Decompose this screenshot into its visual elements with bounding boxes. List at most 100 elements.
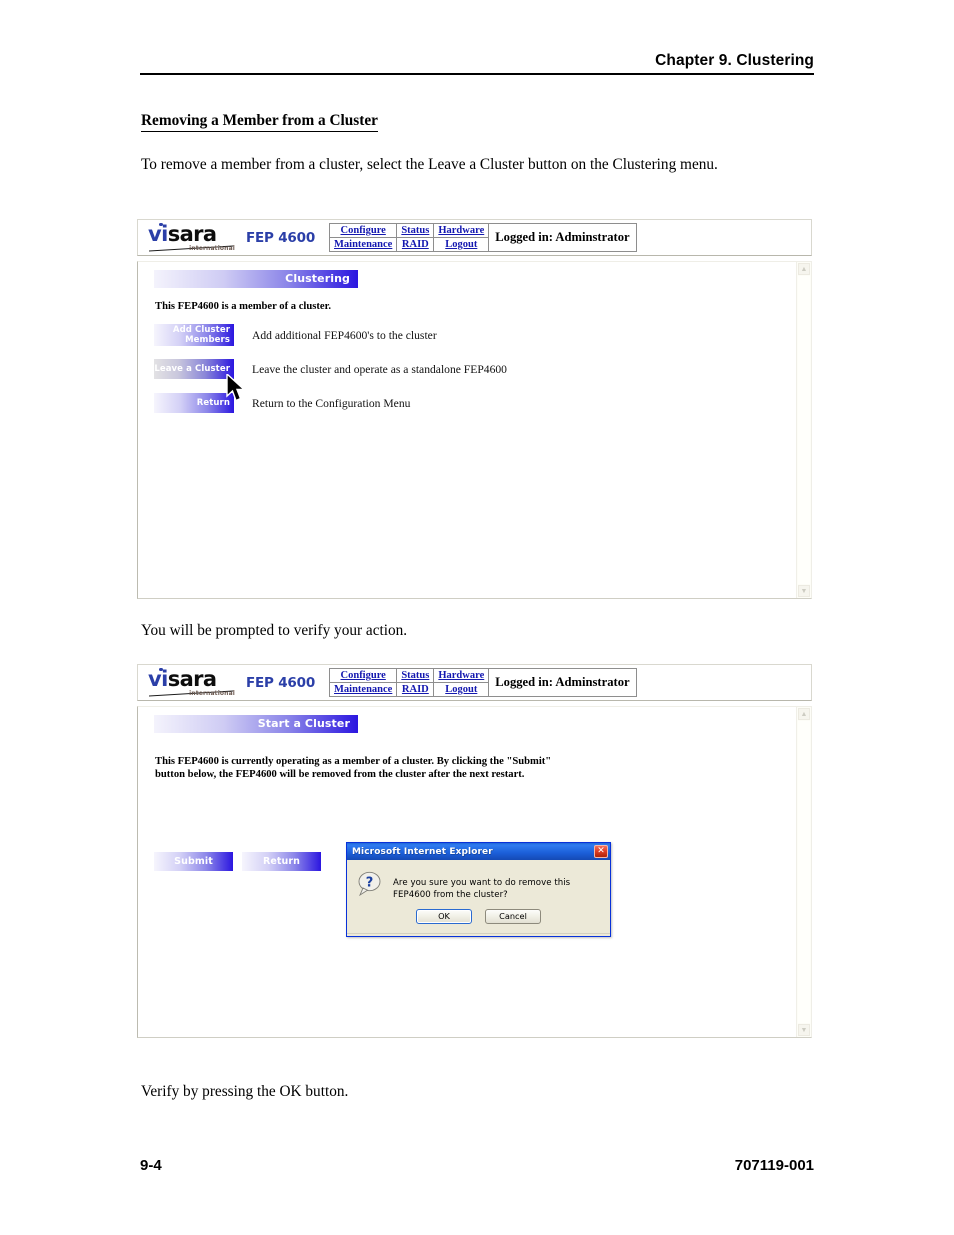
logo-text-vi-2: vi [148, 666, 168, 691]
page-number: 9-4 [140, 1157, 162, 1174]
leave-a-cluster-button[interactable]: Leave a Cluster [154, 359, 234, 379]
form-action-buttons: Submit Return [154, 852, 321, 871]
nav-cell-configure-2[interactable]: Configure [329, 668, 398, 683]
add-cluster-members-label-line2: Members [185, 335, 230, 345]
nav-link-configure-2[interactable]: Configure [341, 670, 386, 681]
scroll-up-arrow-icon[interactable]: ▲ [798, 263, 810, 275]
scroll-up-arrow-icon-2[interactable]: ▲ [798, 708, 810, 720]
login-status-label: Logged in: Adminstrator [488, 223, 637, 252]
visara-logo-2: visara international [146, 666, 238, 698]
verify-paragraph: Verify by pressing the OK button. [141, 1083, 349, 1100]
page-banner-start-a-cluster: Start a Cluster [154, 715, 358, 733]
nav-link-logout[interactable]: Logout [445, 239, 477, 250]
page-banner-clustering: Clustering [154, 270, 358, 288]
add-cluster-members-button[interactable]: Add Cluster Members [154, 324, 234, 346]
screenshot-clustering-menu: visara international FEP 4600 Configure … [137, 219, 812, 600]
nav-cell-status-2[interactable]: Status [396, 668, 435, 683]
chapter-title: Chapter 9. Clustering [655, 52, 814, 69]
main-nav-table-2: Configure Status Hardware Logged in: Adm… [329, 668, 637, 697]
nav-link-logout-2[interactable]: Logout [445, 684, 477, 695]
dialog-button-row: OK Cancel [347, 905, 610, 933]
leave-cluster-status-text: This FEP4600 is currently operating as a… [155, 755, 585, 781]
nav-cell-raid-2[interactable]: RAID [396, 682, 435, 697]
app-header-bar: visara international FEP 4600 Configure … [137, 219, 812, 256]
nav-link-maintenance-2[interactable]: Maintenance [334, 684, 392, 695]
nav-cell-logout[interactable]: Logout [433, 237, 490, 252]
app-content-frame: ▲ ▼ Clustering This FEP4600 is a member … [137, 261, 812, 599]
nav-link-hardware[interactable]: Hardware [438, 225, 484, 236]
dialog-message: Are you sure you want to do remove this … [393, 878, 571, 900]
intro-paragraph: To remove a member from a cluster, selec… [141, 156, 718, 173]
add-cluster-members-description: Add additional FEP4600's to the cluster [252, 328, 437, 342]
visara-logo-wordmark: visara [148, 221, 217, 246]
leave-a-cluster-label: Leave a Cluster [154, 364, 230, 374]
scroll-track[interactable] [798, 276, 810, 584]
return-description: Return to the Configuration Menu [252, 396, 411, 410]
cluster-status-text: This FEP4600 is a member of a cluster. [155, 301, 331, 312]
logo-text-vi: vi [148, 221, 168, 246]
nav-cell-hardware-2[interactable]: Hardware [433, 668, 490, 683]
product-model-label: FEP 4600 [246, 229, 316, 246]
ie-confirm-dialog: Microsoft Internet Explorer ✕ ? Are you … [346, 842, 611, 937]
nav-row-1: Configure Status Hardware Logged in: Adm… [329, 223, 637, 252]
visara-logo: visara international [146, 221, 238, 253]
return-button-2[interactable]: Return [242, 852, 321, 871]
scroll-down-arrow-icon-2[interactable]: ▼ [798, 1024, 810, 1036]
login-status-label-2: Logged in: Adminstrator [488, 668, 637, 697]
logo-subtext-2: international [189, 690, 235, 697]
nav-row-1-2: Configure Status Hardware Logged in: Adm… [329, 668, 637, 697]
nav-link-status-2[interactable]: Status [401, 670, 429, 681]
leave-a-cluster-description: Leave the cluster and operate as a stand… [252, 362, 507, 376]
document-number: 707119-001 [734, 1157, 814, 1174]
logo-dot-icon [159, 222, 163, 226]
scroll-down-arrow-icon[interactable]: ▼ [798, 585, 810, 597]
nav-cell-raid[interactable]: RAID [396, 237, 435, 252]
nav-cell-maintenance[interactable]: Maintenance [329, 237, 398, 252]
logo-subtext: international [189, 245, 235, 252]
page-footer: 9-4 707119-001 [140, 1157, 814, 1174]
page-header: Chapter 9. Clustering [140, 52, 814, 75]
app-content-frame-2: ▲ ▼ Start a Cluster This FEP4600 is curr… [137, 706, 812, 1038]
nav-cell-hardware[interactable]: Hardware [433, 223, 490, 238]
cancel-button[interactable]: Cancel [485, 909, 541, 924]
submit-button[interactable]: Submit [154, 852, 233, 871]
nav-link-hardware-2[interactable]: Hardware [438, 670, 484, 681]
dialog-title: Microsoft Internet Explorer [352, 846, 493, 857]
nav-cell-logout-2[interactable]: Logout [433, 682, 490, 697]
menu-row-add-cluster-members: Add Cluster Members Add additional FEP46… [154, 324, 437, 346]
section-heading: Removing a Member from a Cluster [141, 112, 378, 132]
scroll-track-2[interactable] [798, 721, 810, 1023]
nav-cell-maintenance-2[interactable]: Maintenance [329, 682, 398, 697]
leave-cluster-status-line2: button below, the FEP4600 will be remove… [155, 769, 525, 780]
header-rule [140, 73, 814, 75]
ok-button[interactable]: OK [416, 909, 472, 924]
dialog-body: ? Are you sure you want to do remove thi… [347, 860, 610, 905]
nav-cell-status[interactable]: Status [396, 223, 435, 238]
return-button[interactable]: Return [154, 393, 234, 413]
svg-text:?: ? [366, 876, 374, 891]
close-icon[interactable]: ✕ [594, 845, 608, 858]
menu-row-return: Return Return to the Configuration Menu [154, 393, 410, 413]
return-label: Return [196, 398, 230, 408]
content-scrollbar[interactable]: ▲ ▼ [796, 262, 811, 598]
dialog-titlebar: Microsoft Internet Explorer ✕ [347, 843, 610, 860]
nav-link-status[interactable]: Status [401, 225, 429, 236]
add-cluster-members-label-line1: Add Cluster [172, 325, 230, 335]
app-header-bar-2: visara international FEP 4600 Configure … [137, 664, 812, 701]
nav-cell-configure[interactable]: Configure [329, 223, 398, 238]
main-nav-table: Configure Status Hardware Logged in: Adm… [329, 223, 637, 252]
question-mark-icon: ? [358, 871, 381, 896]
visara-logo-wordmark-2: visara [148, 666, 217, 691]
product-model-label-2: FEP 4600 [246, 674, 316, 691]
screenshot-leave-cluster-confirm: visara international FEP 4600 Configure … [137, 664, 812, 1041]
leave-cluster-status-line1: This FEP4600 is currently operating as a… [155, 756, 552, 767]
nav-link-maintenance[interactable]: Maintenance [334, 239, 392, 250]
content-scrollbar-2[interactable]: ▲ ▼ [796, 707, 811, 1037]
prompt-paragraph: You will be prompted to verify your acti… [141, 622, 408, 639]
nav-link-raid[interactable]: RAID [402, 239, 429, 250]
nav-link-raid-2[interactable]: RAID [402, 684, 429, 695]
menu-row-leave-a-cluster: Leave a Cluster Leave the cluster and op… [154, 359, 507, 379]
nav-link-configure[interactable]: Configure [341, 225, 386, 236]
logo-dot-icon-2 [159, 667, 163, 671]
dialog-bottom-edge [347, 933, 610, 936]
